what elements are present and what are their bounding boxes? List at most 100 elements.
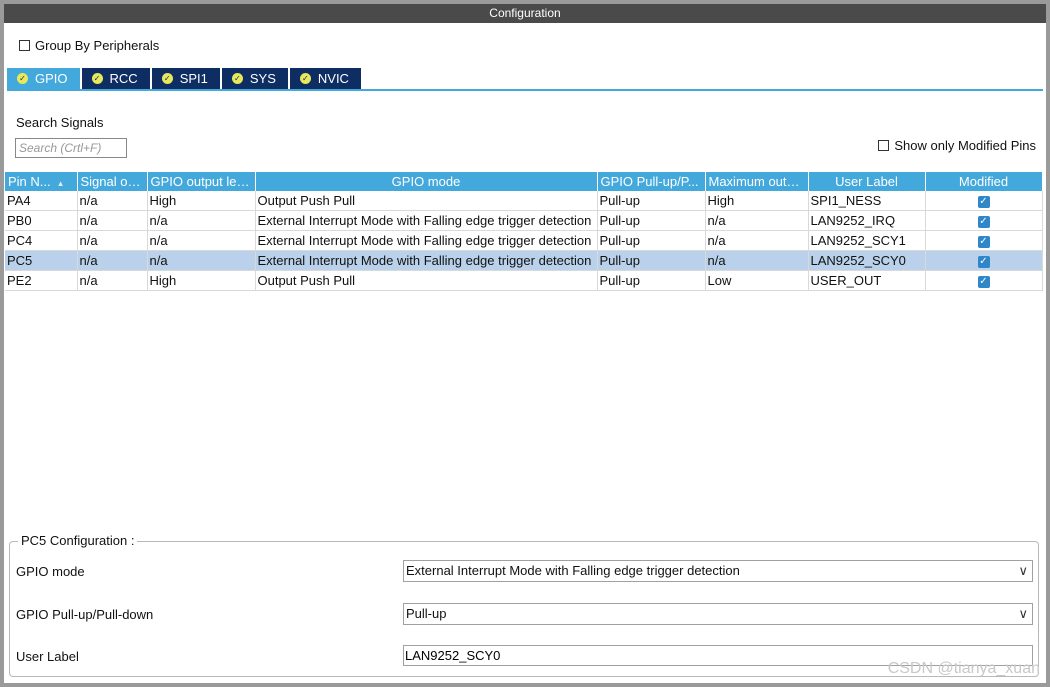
check-circle-icon: ✓ xyxy=(161,73,173,84)
checked-checkbox-icon[interactable]: ✓ xyxy=(977,235,990,248)
table-row[interactable]: PC4 n/a n/a External Interrupt Mode with Fa… xyxy=(5,230,1043,251)
cell-max-output: n/a xyxy=(705,230,809,251)
cell-gpio-mode: External Interrupt Mode with Falling edg… xyxy=(255,210,598,231)
table-row[interactable]: PB0 n/a n/a External Interrupt Mode with Fa… xyxy=(5,210,1043,231)
cell-pin: PE2 xyxy=(5,270,78,291)
group-by-label: Group By Peripherals xyxy=(35,38,160,53)
cell-gpio-mode: External Interrupt Mode with Falling edg… xyxy=(255,250,598,271)
column-header-user-label[interactable]: User Label xyxy=(808,172,926,191)
column-header-gpio-mode[interactable]: GPIO mode xyxy=(255,172,598,191)
column-header-pull[interactable]: GPIO Pull-up/P... xyxy=(597,172,706,191)
signals-table: Pin N... ▲ Signal on... GPIO output level… xyxy=(5,172,1043,291)
window-title: Configuration xyxy=(4,4,1046,23)
show-only-modified-pins[interactable]: Show only Modified Pins xyxy=(878,138,1036,153)
cell-pull: Pull-up xyxy=(597,270,706,291)
cell-user-label: LAN9252_IRQ xyxy=(808,210,926,231)
gpio-mode-label: GPIO mode xyxy=(16,564,85,579)
cell-pin: PC5 xyxy=(5,250,78,271)
check-circle-icon: ✓ xyxy=(91,73,103,84)
pin-configuration-panel: PC5 Configuration : GPIO mode External I… xyxy=(9,533,1039,677)
tab-bar: ✓ GPIO ✓ RCC ✓ SPI1 ✓ SYS ✓ NVIC xyxy=(7,68,363,89)
column-header-output-level[interactable]: GPIO output level xyxy=(147,172,256,191)
watermark: CSDN @tianya_xuan xyxy=(887,660,1040,677)
check-circle-icon: ✓ xyxy=(231,73,243,84)
cell-pin: PC4 xyxy=(5,230,78,251)
cell-modified: ✓ xyxy=(925,230,1043,251)
chevron-down-icon: ∨ xyxy=(1018,606,1028,621)
cell-signal: n/a xyxy=(77,250,148,271)
column-header-signal[interactable]: Signal on... xyxy=(77,172,148,191)
cell-pin: PB0 xyxy=(5,210,78,231)
tab-nvic[interactable]: ✓ NVIC xyxy=(289,68,361,89)
cell-output-level: n/a xyxy=(147,230,256,251)
cell-modified: ✓ xyxy=(925,270,1043,291)
cell-gpio-mode: Output Push Pull xyxy=(255,191,598,211)
cell-pin: PA4 xyxy=(5,191,78,211)
pull-value: Pull-up xyxy=(406,606,447,621)
cell-pull: Pull-up xyxy=(597,191,706,211)
cell-signal: n/a xyxy=(77,210,148,231)
chevron-down-icon: ∨ xyxy=(1018,563,1028,578)
column-header-pin[interactable]: Pin N... ▲ xyxy=(5,172,78,191)
cell-output-level: High xyxy=(147,191,256,211)
tab-label: SYS xyxy=(249,71,276,86)
cell-user-label: LAN9252_SCY0 xyxy=(808,250,926,271)
cell-gpio-mode: External Interrupt Mode with Falling edg… xyxy=(255,230,598,251)
check-circle-icon: ✓ xyxy=(299,73,311,84)
pin-configuration-title: PC5 Configuration : xyxy=(18,533,138,548)
column-header-label: Pin N... xyxy=(8,174,51,189)
tab-label: RCC xyxy=(109,71,138,86)
column-header-max-output[interactable]: Maximum outp... xyxy=(705,172,809,191)
table-row[interactable]: PC5 n/a n/a External Interrupt Mode with Fa… xyxy=(5,250,1043,271)
show-modified-label: Show only Modified Pins xyxy=(894,138,1036,153)
tab-sys[interactable]: ✓ SYS xyxy=(221,68,288,89)
cell-modified: ✓ xyxy=(925,250,1043,271)
table-header-row: Pin N... ▲ Signal on... GPIO output level… xyxy=(5,172,1043,191)
tab-spi1[interactable]: ✓ SPI1 xyxy=(151,68,220,89)
cell-signal: n/a xyxy=(77,230,148,251)
pull-label: GPIO Pull-up/Pull-down xyxy=(16,607,154,622)
cell-max-output: Low xyxy=(705,270,809,291)
sort-ascending-icon: ▲ xyxy=(56,179,65,188)
search-signals-label: Search Signals xyxy=(16,115,104,130)
cell-max-output: High xyxy=(705,191,809,211)
cell-pull: Pull-up xyxy=(597,230,706,251)
cell-gpio-mode: Output Push Pull xyxy=(255,270,598,291)
user-label-label: User Label xyxy=(16,649,79,664)
tab-rcc[interactable]: ✓ RCC xyxy=(81,68,150,89)
checked-checkbox-icon[interactable]: ✓ xyxy=(977,255,990,268)
cell-user-label: LAN9252_SCY1 xyxy=(808,230,926,251)
cell-user-label: USER_OUT xyxy=(808,270,926,291)
check-circle-icon: ✓ xyxy=(17,73,28,84)
tab-label: GPIO xyxy=(35,71,68,86)
cell-user-label: SPI1_NESS xyxy=(808,191,926,211)
cell-max-output: n/a xyxy=(705,250,809,271)
group-by-checkbox[interactable] xyxy=(19,40,30,52)
gpio-mode-value: External Interrupt Mode with Falling edg… xyxy=(406,563,740,578)
cell-max-output: n/a xyxy=(705,210,809,231)
cell-output-level: High xyxy=(147,270,256,291)
column-header-modified[interactable]: Modified xyxy=(925,172,1043,191)
cell-signal: n/a xyxy=(77,270,148,291)
cell-pull: Pull-up xyxy=(597,210,706,231)
configuration-window: Configuration Group By Peripherals ✓ GPIO… xyxy=(4,4,1046,683)
group-by-peripherals[interactable]: Group By Peripherals xyxy=(19,38,159,53)
tab-underline xyxy=(7,89,1043,91)
cell-signal: n/a xyxy=(77,191,148,211)
checked-checkbox-icon[interactable]: ✓ xyxy=(977,215,990,228)
table-row[interactable]: PA4 n/a High Output Push Pull Pull-up High SPI… xyxy=(5,191,1043,211)
tab-gpio[interactable]: ✓ GPIO xyxy=(7,68,80,89)
checked-checkbox-icon[interactable]: ✓ xyxy=(977,275,990,288)
checked-checkbox-icon[interactable]: ✓ xyxy=(977,195,990,208)
pull-select[interactable]: Pull-up ∨ xyxy=(403,603,1033,625)
cell-pull: Pull-up xyxy=(597,250,706,271)
table-row[interactable]: PE2 n/a High Output Push Pull Pull-up Low USER… xyxy=(5,270,1043,291)
gpio-mode-select[interactable]: External Interrupt Mode with Falling edg… xyxy=(403,560,1033,582)
cell-modified: ✓ xyxy=(925,210,1043,231)
cell-output-level: n/a xyxy=(147,210,256,231)
cell-modified: ✓ xyxy=(925,191,1043,211)
show-modified-checkbox[interactable] xyxy=(878,140,890,152)
cell-output-level: n/a xyxy=(147,250,256,271)
tab-label: SPI1 xyxy=(179,71,208,86)
search-input[interactable] xyxy=(15,138,127,158)
